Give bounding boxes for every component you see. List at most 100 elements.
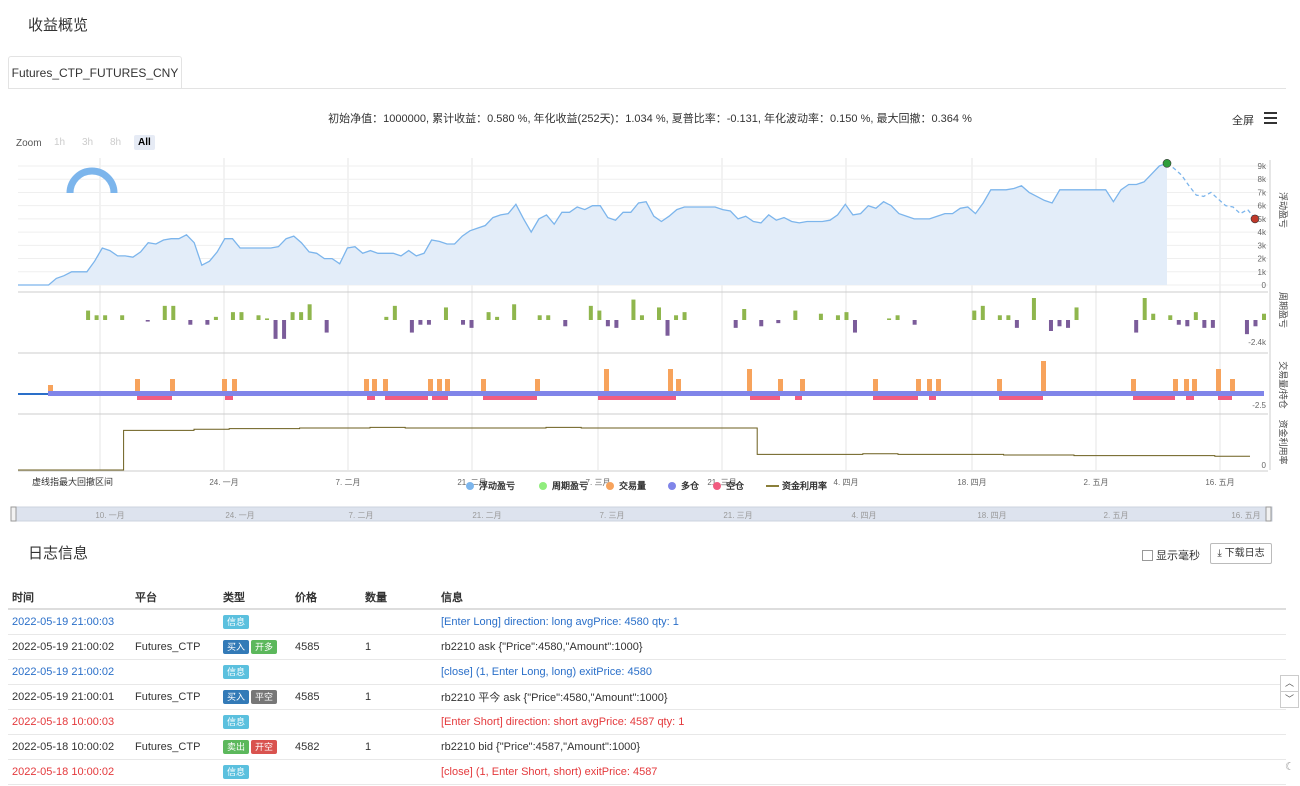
log-time: 2022-05-18 10:00:02 — [8, 759, 131, 785]
log-row: 2022-05-18 10:00:03 信息 [Enter Short] direc… — [8, 709, 1286, 735]
short-position-band — [137, 396, 172, 400]
log-info: [close] (1, Enter Short, short) exitPric… — [437, 759, 1286, 785]
log-time: 2022-05-18 10:00:02 — [8, 734, 131, 760]
log-price — [291, 659, 361, 685]
volume-bar — [800, 379, 805, 391]
log-type: 信息 — [219, 609, 291, 635]
col-amount: 数量 — [361, 586, 437, 610]
volume-bar — [747, 369, 752, 391]
y-tick-label: 3k — [1258, 241, 1267, 250]
log-info: rb2210 bid {"Price":4587,"Amount":1000} — [437, 734, 1286, 760]
legend-item: 浮动盈亏 — [479, 480, 515, 491]
volume-bar — [1230, 379, 1235, 391]
show-ms-checkbox[interactable]: 显示毫秒 — [1142, 547, 1200, 563]
pane-axis-label: 浮动盈亏 — [1278, 192, 1289, 228]
period-pnl-bar — [1168, 315, 1173, 320]
period-pnl-bar — [120, 315, 125, 320]
zoom-all-button[interactable]: All — [134, 135, 155, 150]
volume-bar — [372, 379, 377, 391]
log-platform: Futures_CTP — [131, 734, 219, 760]
type-badge: 信息 — [223, 765, 250, 779]
short-position-band — [929, 396, 936, 400]
period-pnl-bar — [546, 315, 551, 320]
y-tick-label: -2.5 — [1252, 401, 1266, 410]
moon-icon[interactable]: ☾ — [1285, 760, 1295, 773]
log-price: 4582 — [291, 734, 361, 760]
fullscreen-button[interactable]: 全屏 — [1232, 112, 1254, 128]
period-pnl-bar — [1074, 307, 1079, 320]
period-pnl-bar — [1244, 320, 1249, 335]
log-price — [291, 609, 361, 635]
zoom-label: Zoom — [16, 138, 42, 149]
volume-bar — [873, 379, 878, 391]
log-info: rb2210 ask {"Price":4580,"Amount":1000} — [437, 634, 1286, 660]
navigator-label: 18. 四月 — [977, 511, 1006, 520]
log-price — [291, 709, 361, 735]
log-platform — [131, 709, 219, 735]
period-pnl-bar — [657, 307, 661, 320]
short-position-band — [225, 396, 233, 400]
short-position-band — [873, 396, 918, 400]
period-pnl-bar — [384, 316, 389, 320]
scroll-down-button[interactable]: ﹀ — [1280, 691, 1299, 708]
zoom-8h-button[interactable]: 8h — [106, 135, 125, 150]
period-pnl-bar — [273, 320, 278, 339]
overview-title: 收益概览 — [28, 17, 89, 34]
x-tick-label: 2. 五月 — [1084, 478, 1109, 487]
period-pnl-bar — [145, 320, 150, 322]
navigator-label: 10. 一月 — [95, 511, 124, 520]
long-position-band — [48, 391, 1264, 396]
period-pnl-bar — [188, 320, 193, 325]
period-pnl-bar — [682, 312, 687, 320]
period-pnl-bar — [171, 305, 176, 320]
y-tick-label: 7k — [1258, 188, 1267, 197]
log-platform — [131, 759, 219, 785]
hamburger-menu-icon[interactable] — [1264, 112, 1277, 124]
log-amount — [361, 609, 437, 635]
scroll-up-button[interactable]: ︿ — [1280, 675, 1299, 692]
period-pnl-bar — [631, 299, 636, 320]
period-pnl-bar — [409, 320, 414, 333]
log-amount — [361, 759, 437, 785]
period-pnl-bar — [818, 313, 823, 320]
short-position-band — [1218, 396, 1232, 400]
period-pnl-bar — [495, 316, 500, 320]
legend-item: 周期盈亏 — [552, 480, 588, 491]
download-log-button[interactable]: ⤓ 下载日志 — [1210, 543, 1272, 564]
navigator-label: 7. 二月 — [349, 511, 374, 520]
log-platform: Futures_CTP — [131, 684, 219, 710]
log-time: 2022-05-18 10:00:03 — [8, 709, 131, 735]
zoom-1h-button[interactable]: 1h — [50, 135, 69, 150]
legend-marker — [466, 482, 474, 490]
legend-item: 交易量 — [619, 480, 646, 491]
navigator-label: 24. 一月 — [225, 511, 254, 520]
tab-futures-ctp[interactable]: Futures_CTP_FUTURES_CNY — [8, 56, 182, 89]
short-position-band — [795, 396, 802, 400]
loading-spinner-icon — [66, 167, 118, 194]
log-row: 2022-05-18 10:00:02 Futures_CTP 卖出 开空 4582 1 r… — [8, 734, 1286, 760]
period-pnl-bar — [912, 320, 917, 325]
legend-marker — [713, 482, 721, 490]
type-badge: 平空 — [251, 690, 278, 704]
log-info: rb2210 平今 ask {"Price":4580,"Amount":100… — [437, 684, 1286, 710]
period-pnl-bar — [426, 320, 431, 325]
log-price — [291, 759, 361, 785]
period-pnl-bar — [461, 320, 466, 325]
zoom-3h-button[interactable]: 3h — [78, 135, 97, 150]
period-pnl-bar — [299, 312, 304, 320]
volume-bar — [676, 379, 681, 391]
checkbox-icon[interactable] — [1142, 549, 1153, 561]
period-pnl-bar — [1066, 320, 1071, 328]
period-pnl-bar — [1006, 315, 1011, 320]
volume-bar — [927, 379, 932, 391]
type-badge: 信息 — [223, 615, 250, 629]
log-row: 2022-05-19 21:00:02 Futures_CTP 买入 开多 4585 1 r… — [8, 634, 1286, 660]
download-log-label: 下载日志 — [1224, 548, 1265, 559]
volume-bar — [135, 379, 140, 391]
period-pnl-bar — [324, 320, 329, 333]
period-pnl-bar — [759, 320, 764, 327]
chevron-up-icon: ︿ — [1284, 678, 1294, 688]
y-tick-label: 4k — [1258, 228, 1267, 237]
x-tick-label: 7. 二月 — [336, 478, 361, 487]
period-pnl-bar — [639, 315, 644, 320]
